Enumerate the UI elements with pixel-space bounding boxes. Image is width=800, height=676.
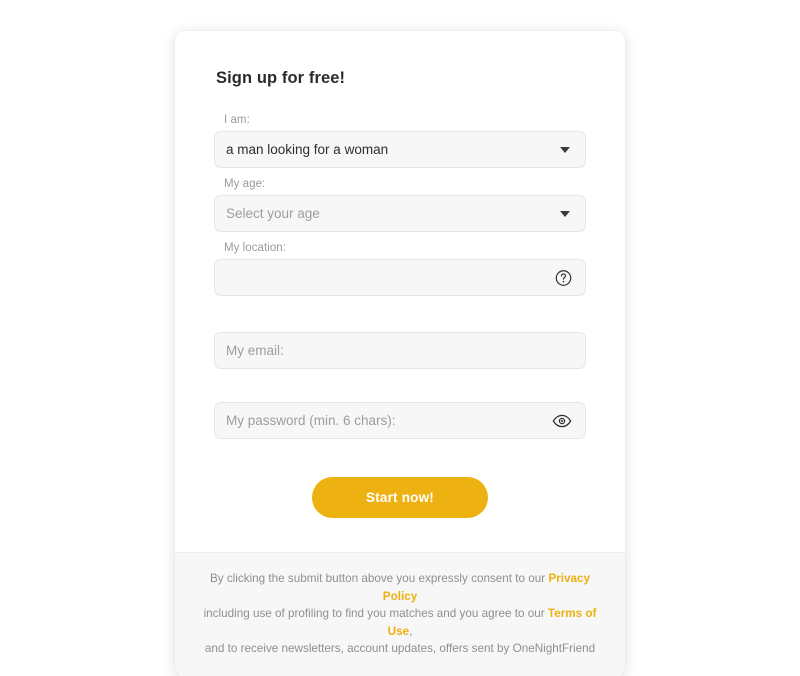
age-select[interactable]: Select your age: [214, 195, 586, 232]
gender-selected-value: a man looking for a woman: [226, 141, 389, 157]
chevron-down-icon: [560, 210, 570, 217]
field-group-gender: I am: a man looking for a woman: [214, 114, 586, 168]
legal-text-1: By clicking the submit button above you …: [209, 572, 549, 585]
email-field[interactable]: My email:: [214, 332, 586, 369]
age-selected-value: Select your age: [226, 205, 320, 221]
age-label: My age:: [224, 178, 266, 190]
legal-line-3: and to receive newsletters, account upda…: [204, 642, 596, 655]
signup-card: Sign up for free! I am: a man looking fo…: [175, 31, 625, 676]
eye-icon[interactable]: [552, 414, 572, 428]
field-group-password: My password (min. 6 chars):: [214, 402, 586, 439]
location-label: My location:: [224, 242, 286, 254]
field-group-email: My email:: [214, 332, 586, 369]
password-field[interactable]: My password (min. 6 chars):: [214, 402, 586, 439]
field-group-age: My age: Select your age: [214, 178, 586, 232]
legal-text-2-tail: ,: [409, 624, 413, 638]
legal-line-2: including use of profiling to find you m…: [199, 605, 601, 640]
start-now-button[interactable]: Start now!: [312, 477, 488, 518]
question-mark-circle-icon[interactable]: [555, 269, 572, 286]
field-group-location: My location:: [214, 242, 586, 296]
gender-select[interactable]: a man looking for a woman: [214, 131, 586, 168]
signup-page: Sign up for free! I am: a man looking fo…: [0, 0, 800, 676]
legal-footer: By clicking the submit button above you …: [175, 552, 625, 676]
password-placeholder: My password (min. 6 chars):: [226, 412, 396, 428]
submit-row: Start now!: [214, 477, 586, 518]
page-title: Sign up for free!: [216, 69, 346, 87]
location-field[interactable]: [214, 259, 586, 296]
email-placeholder: My email:: [226, 342, 284, 358]
signup-form: Sign up for free! I am: a man looking fo…: [175, 31, 625, 552]
legal-text-2: including use of profiling to find you m…: [203, 607, 548, 620]
chevron-down-icon: [560, 146, 570, 153]
gender-label: I am:: [224, 114, 250, 126]
legal-line-1: By clicking the submit button above you …: [199, 570, 601, 605]
